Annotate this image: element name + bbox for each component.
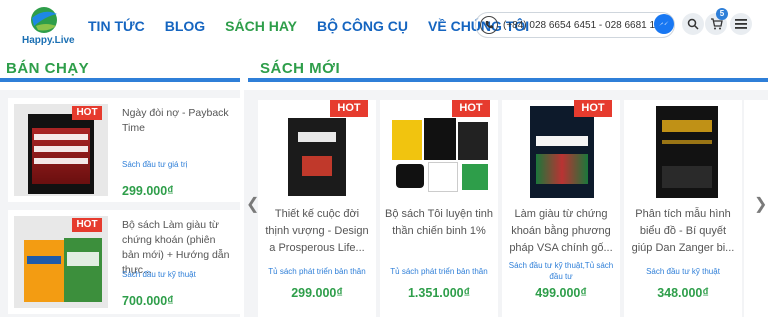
book-title[interactable]: Bộ sách Làm giàu từ chứng khoán (phiên b… <box>122 218 234 278</box>
nav-sach-hay[interactable]: SÁCH HAY <box>225 18 297 34</box>
chevron-right-icon[interactable]: ❯ <box>754 194 767 214</box>
book-price: 499.000₫ <box>535 286 587 300</box>
book-title[interactable]: Phân tích mẫu hình biểu đồ - Bí quyết gi… <box>628 206 738 257</box>
hotline-box[interactable]: (+84) 028 6654 6451 - 028 6681 1926 <box>475 12 675 38</box>
book-price: 1.351.000₫ <box>407 286 471 300</box>
nav-blog[interactable]: BLOG <box>165 18 205 34</box>
book-title[interactable]: Bộ sách Tôi luyện tinh thần chiến binh 1… <box>384 206 494 240</box>
book-category[interactable]: Sách đầu tư kỹ thuật,Tủ sách đầu tư <box>504 260 618 282</box>
book-cover-art <box>392 120 422 160</box>
hot-badge: HOT <box>72 106 102 120</box>
book-cover-art <box>462 164 488 190</box>
book-cover[interactable] <box>628 100 738 200</box>
menu-icon <box>735 19 747 29</box>
book-price: 700.000₫ <box>122 294 174 308</box>
book-cover-art <box>288 118 346 196</box>
book-category[interactable]: Tủ sách phát triển bản thân <box>260 266 374 277</box>
book-category[interactable]: Sách đầu tư kỹ thuật <box>122 270 196 279</box>
hot-badge: HOT <box>574 100 612 117</box>
book-category[interactable]: Tủ sách phát triển bản thân <box>382 266 496 277</box>
book-cover-art <box>656 106 718 198</box>
menu-button[interactable] <box>730 13 752 35</box>
logo[interactable]: Happy.Live <box>10 4 75 50</box>
book-price: 299.000₫ <box>122 184 174 198</box>
nav-bo-cong-cu[interactable]: BỘ CÔNG CỤ <box>317 18 408 34</box>
book-card[interactable]: HOT Bộ sách Tôi luyện tinh thần chiến bi… <box>380 100 498 317</box>
book-card[interactable]: HOT Thiết kế cuộc đời thịnh vượng - Desi… <box>258 100 376 317</box>
book-cover-art <box>458 122 488 160</box>
bestsellers-heading: BÁN CHẠY <box>6 60 90 77</box>
book-cover-art <box>424 118 456 160</box>
book-cover-art <box>24 240 64 302</box>
bestsellers-underline <box>0 78 240 82</box>
book-price: 348.000₫ <box>657 286 709 300</box>
book-title[interactable]: Ngày đòi nợ - Payback Time <box>122 106 234 136</box>
messenger-icon[interactable] <box>654 14 674 34</box>
site-header: Happy.Live TIN TỨC BLOG SÁCH HAY BỘ CÔNG… <box>0 0 768 54</box>
book-category[interactable]: Sách đầu tư giá trị <box>122 160 187 169</box>
hot-badge: HOT <box>330 100 368 117</box>
new-books-underline <box>248 78 768 82</box>
book-price: 299.000₫ <box>291 286 343 300</box>
bestseller-item[interactable]: HOT Ngày đòi nợ - Payback Time Sách đầu … <box>8 98 240 202</box>
search-icon <box>687 18 699 30</box>
new-books-panel: ❮ HOT Thiết kế cuộc đời thịnh vượng - De… <box>244 90 768 317</box>
book-cover-art <box>428 162 458 192</box>
book-cover-art <box>64 238 102 302</box>
hot-badge: HOT <box>452 100 490 117</box>
book-card[interactable]: Phân tích mẫu hình biểu đồ - Bí quyết gi… <box>624 100 742 317</box>
phone-icon <box>480 16 498 34</box>
book-cover-art <box>396 164 424 188</box>
hot-badge: HOT <box>72 218 102 232</box>
book-title[interactable]: Làm giàu từ chứng khoán bằng phương pháp… <box>506 206 616 257</box>
logo-text: Happy.Live <box>22 35 75 46</box>
hotline-text: (+84) 028 6654 6451 - 028 6681 1926 <box>503 19 672 31</box>
book-cover-art <box>530 106 594 198</box>
book-cover-art <box>28 114 94 194</box>
book-card[interactable]: HOT Làm giàu từ chứng khoán bằng phương … <box>502 100 620 317</box>
book-title[interactable]: Thiết kế cuộc đời thịnh vượng - Design a… <box>262 206 372 257</box>
new-books-heading: SÁCH MỚI <box>260 60 341 77</box>
search-button[interactable] <box>682 13 704 35</box>
cart-count-badge: 5 <box>716 8 728 20</box>
book-category[interactable]: Sách đầu tư kỹ thuật <box>626 266 740 277</box>
nav-tin-tuc[interactable]: TIN TỨC <box>88 18 145 34</box>
bestseller-item[interactable]: HOT Bộ sách Làm giàu từ chứng khoán (phi… <box>8 210 240 314</box>
bestsellers-panel: HOT Ngày đòi nợ - Payback Time Sách đầu … <box>0 90 240 317</box>
